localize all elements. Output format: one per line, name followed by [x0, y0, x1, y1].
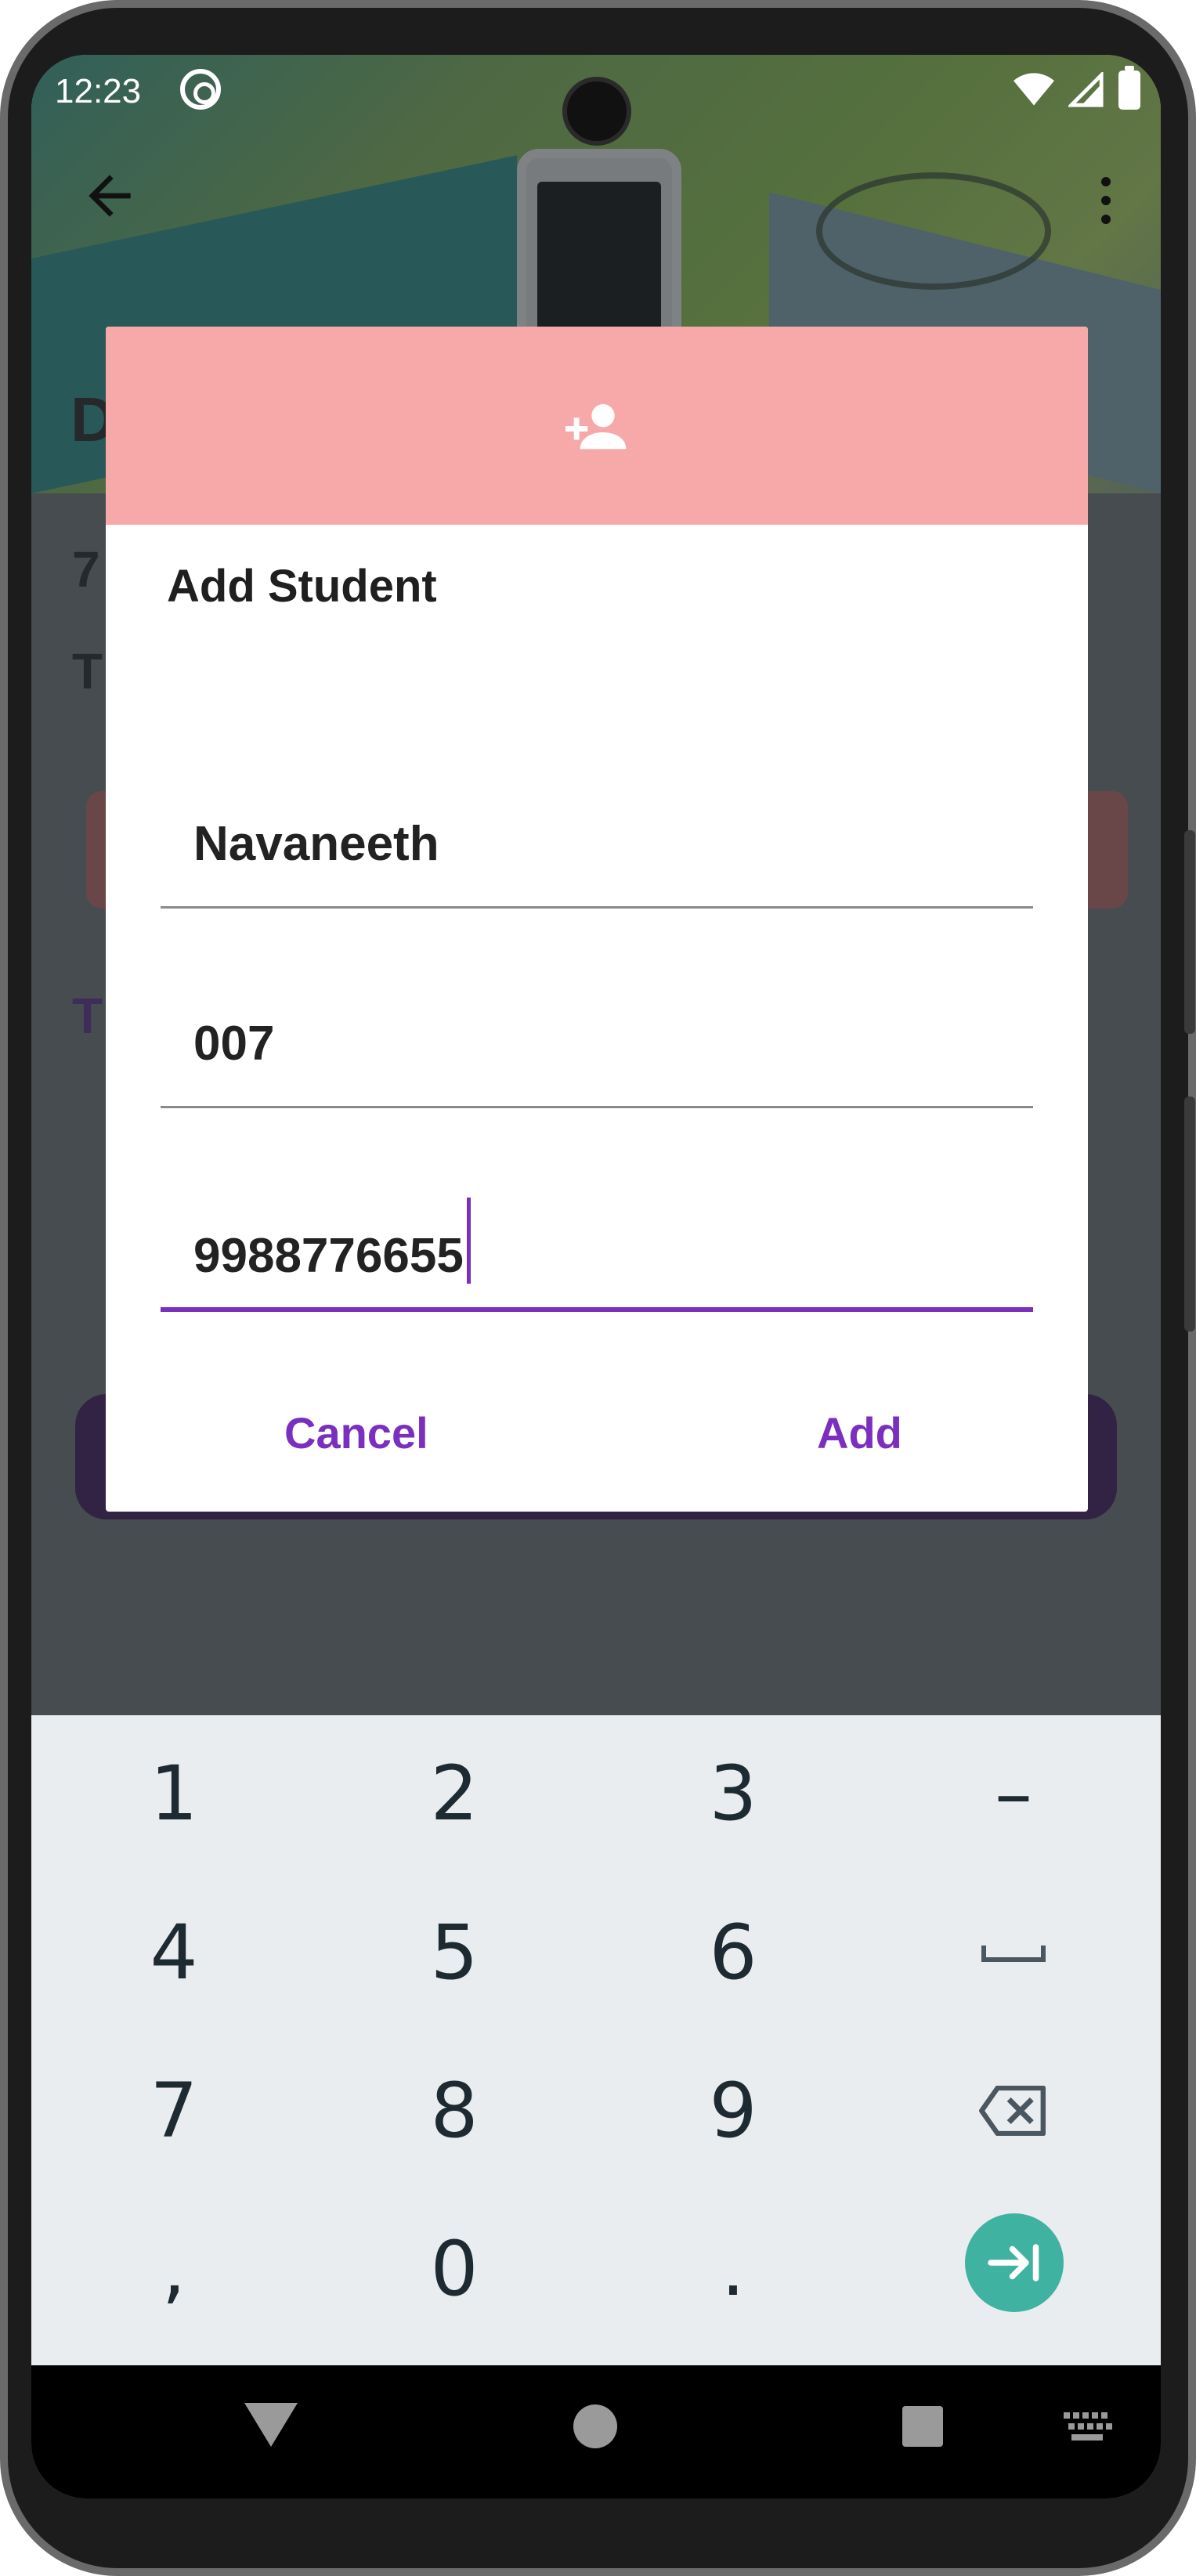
nav-recents-icon[interactable]	[902, 2406, 943, 2447]
next-key[interactable]	[965, 2213, 1064, 2312]
cancel-button[interactable]: Cancel	[284, 1407, 428, 1458]
space-icon	[981, 1946, 1046, 1962]
key-backspace[interactable]	[935, 2052, 1092, 2170]
status-bar: 12:23	[31, 55, 1161, 149]
battery-icon	[1118, 66, 1140, 110]
key-dot[interactable]: .	[655, 2210, 811, 2328]
add-button[interactable]: Add	[817, 1407, 902, 1458]
student-id-field[interactable]: 007	[161, 983, 1033, 1108]
key-9[interactable]: 9	[655, 2052, 811, 2170]
back-arrow-icon[interactable]	[78, 164, 141, 227]
wifi-icon	[1014, 73, 1054, 106]
phone-number-field[interactable]: 9988776655	[161, 1187, 1033, 1312]
nav-back-icon[interactable]	[244, 2403, 298, 2447]
key-8[interactable]: 8	[376, 2052, 533, 2170]
key-7[interactable]: 7	[96, 2052, 252, 2170]
volume-button	[1184, 1097, 1195, 1331]
student-name-field[interactable]: Navaneeth	[161, 783, 1033, 909]
key-0[interactable]: 0	[376, 2210, 533, 2328]
status-time: 12:23	[55, 72, 142, 110]
dialog-header	[106, 327, 1088, 525]
student-name-value: Navaneeth	[193, 817, 439, 871]
key-3[interactable]: 3	[655, 1735, 811, 1852]
add-person-icon	[565, 403, 627, 449]
backspace-icon	[979, 2086, 1046, 2136]
key-comma[interactable]: ,	[96, 2210, 252, 2328]
power-button	[1184, 830, 1195, 1034]
tab-next-icon	[988, 2244, 1039, 2282]
numeric-keyboard: 1 2 3 – 4 5 6 7 8 9 , 0 .	[31, 1715, 1161, 2365]
key-6[interactable]: 6	[655, 1894, 811, 2011]
key-dash[interactable]: –	[935, 1735, 1092, 1852]
key-1[interactable]: 1	[96, 1735, 252, 1852]
key-5[interactable]: 5	[376, 1894, 533, 2011]
dialog-title: Add Student	[167, 561, 437, 612]
notification-icon	[180, 69, 221, 110]
key-4[interactable]: 4	[96, 1894, 252, 2011]
student-id-value: 007	[193, 1017, 275, 1071]
text-cursor	[466, 1198, 471, 1284]
system-navigation-bar	[31, 2365, 1161, 2498]
keyboard-switch-icon[interactable]	[1064, 2412, 1112, 2444]
add-student-dialog: Add Student Navaneeth 007 9988776655 Can…	[106, 327, 1088, 1512]
more-options-icon[interactable]	[1098, 172, 1114, 235]
signal-icon	[1068, 72, 1104, 107]
key-2[interactable]: 2	[376, 1735, 533, 1852]
phone-number-value: 9988776655	[193, 1229, 464, 1283]
screen: D 7 T T 12:23	[31, 55, 1161, 2498]
key-space[interactable]	[935, 1894, 1092, 2011]
nav-home-icon[interactable]	[573, 2404, 617, 2448]
